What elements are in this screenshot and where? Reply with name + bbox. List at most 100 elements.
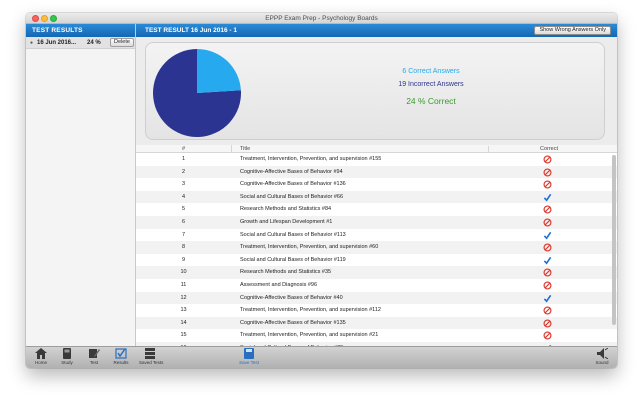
toolbar-label: Results [113, 360, 129, 365]
row-title: Cognitive-Affective Bases of Behavior #9… [240, 168, 343, 175]
incorrect-icon [543, 281, 552, 290]
row-number: 7 [181, 231, 186, 238]
row-title: Social and Cultural Bases of Behavior #1… [240, 231, 346, 238]
incorrect-icon [543, 218, 552, 227]
incorrect-icon [543, 168, 552, 177]
toolbar-label: Saved Tests [139, 360, 164, 365]
speaker-icon [597, 348, 608, 359]
home-icon [35, 348, 47, 359]
incorrect-icon [543, 306, 552, 315]
column-header-number[interactable]: # [136, 146, 231, 152]
table-scrollbar[interactable] [612, 155, 616, 325]
score-pie-chart [153, 49, 241, 137]
toolbar-saved-tests-button[interactable]: Saved Tests [139, 348, 164, 365]
toolbar-results-button[interactable]: Results [110, 348, 132, 365]
table-row[interactable]: 13 Treatment, Intervention, Prevention, a… [136, 304, 617, 317]
result-title: TEST RESULT 16 Jun 2016 - 1 [145, 27, 237, 34]
toolbar-sound-button[interactable]: Sound [591, 348, 613, 365]
table-row[interactable]: 9 Social and Cultural Bases of Behavior #… [136, 254, 617, 267]
stack-icon [145, 348, 155, 359]
save-icon [244, 348, 254, 359]
checkmark-icon [543, 256, 552, 265]
row-title: Social and Cultural Bases of Behavior #6… [240, 193, 344, 200]
bullet-icon: ● [30, 40, 34, 46]
pie-slice-correct [197, 49, 241, 93]
sidebar-header: TEST RESULTS [26, 24, 135, 37]
toolbar-save-test-button[interactable]: Save Test [238, 348, 260, 365]
table-row[interactable]: 5 Research Methods and Statistics #84 [136, 203, 617, 216]
test-result-item[interactable]: ● 16 Jun 2016... 24 % Delete [26, 37, 135, 49]
window-title: EPPP Exam Prep - Psychology Boards [265, 15, 378, 22]
table-row[interactable]: 11 Assessment and Diagnosis #96 [136, 279, 617, 292]
checkmark-icon [543, 193, 552, 202]
test-result-date: 16 Jun 2016... [37, 40, 77, 46]
results-table: # Title Correct 1 Treatment, Intervention… [136, 145, 617, 356]
row-number: 11 [180, 281, 187, 288]
row-number: 9 [181, 256, 186, 263]
incorrect-icon [543, 155, 552, 164]
row-number: 12 [180, 294, 187, 301]
row-title: Assessment and Diagnosis #96 [240, 281, 318, 288]
toolbar-study-button[interactable]: Study [56, 348, 78, 365]
incorrect-icon [543, 331, 552, 340]
incorrect-answers-count: 19 Incorrect Answers [398, 81, 464, 88]
table-row[interactable]: 8 Treatment, Intervention, Prevention, an… [136, 241, 617, 254]
checkbox-icon [115, 348, 127, 359]
delete-button[interactable]: Delete [110, 38, 134, 47]
row-number: 8 [181, 244, 186, 251]
result-header: TEST RESULT 16 Jun 2016 - 1 Show Wrong A… [136, 24, 617, 37]
row-title: Cognitive-Affective Bases of Behavior #1… [240, 319, 346, 326]
row-number: 15 [180, 332, 187, 339]
test-result-percent: 24 % [87, 40, 101, 46]
table-row[interactable]: 7 Social and Cultural Bases of Behavior #… [136, 229, 617, 242]
toolbar-label: Test [89, 360, 99, 365]
column-header-title[interactable]: Title [240, 146, 250, 152]
pencil-icon [89, 349, 100, 358]
summary-panel: 6 Correct Answers 19 Incorrect Answers 2… [145, 42, 605, 140]
table-row[interactable]: 6 Growth and Lifespan Development #1 [136, 215, 617, 229]
row-number: 1 [181, 156, 186, 162]
incorrect-icon [543, 319, 552, 328]
incorrect-icon [543, 180, 552, 189]
row-title: Treatment, Intervention, Prevention, and… [240, 307, 381, 314]
row-title: Social and Cultural Bases of Behavior #1… [240, 256, 346, 263]
table-row[interactable]: 15 Treatment, Intervention, Prevention, a… [136, 329, 617, 342]
row-title: Research Methods and Statistics #35 [240, 269, 332, 276]
table-row[interactable]: 14 Cognitive-Affective Bases of Behavior … [136, 316, 617, 330]
bottom-toolbar: Home Study Test Results Saved Tests Save… [26, 346, 617, 368]
row-number: 13 [180, 307, 187, 314]
table-row[interactable]: 1 Treatment, Intervention, Prevention, an… [136, 153, 617, 166]
checkmark-icon [543, 294, 552, 302]
incorrect-icon [543, 268, 552, 277]
correct-answers-count: 6 Correct Answers [402, 68, 460, 75]
incorrect-icon [543, 243, 552, 252]
table-row[interactable]: 3 Cognitive-Affective Bases of Behavior #… [136, 178, 617, 191]
checkmark-icon [543, 231, 552, 240]
main-panel: TEST RESULT 16 Jun 2016 - 1 Show Wrong A… [136, 24, 617, 356]
row-number: 2 [181, 168, 186, 175]
toolbar-label: Study [61, 360, 73, 365]
table-body: 1 Treatment, Intervention, Prevention, an… [136, 153, 617, 356]
show-wrong-answers-button[interactable]: Show Wrong Answers Only [534, 26, 611, 35]
row-number: 10 [180, 269, 187, 276]
row-title: Cognitive-Affective Bases of Behavior #1… [240, 181, 346, 188]
row-title: Treatment, Intervention, Prevention, and… [240, 244, 379, 251]
book-icon [63, 348, 71, 359]
toolbar-home-button[interactable]: Home [30, 348, 52, 365]
row-title: Growth and Lifespan Development #1 [240, 218, 333, 225]
toolbar-label: Home [34, 360, 47, 365]
toolbar-test-button[interactable]: Test [83, 348, 105, 365]
row-number: 14 [180, 319, 187, 326]
percent-correct: 24 % Correct [406, 96, 456, 106]
column-header-correct[interactable]: Correct [488, 146, 609, 152]
table-row[interactable]: 10 Research Methods and Statistics #35 [136, 266, 617, 279]
sidebar: TEST RESULTS ● 16 Jun 2016... 24 % Delet… [26, 24, 136, 356]
app-window: EPPP Exam Prep - Psychology Boards TEST … [26, 13, 617, 368]
toolbar-label: Sound [595, 360, 609, 365]
row-title: Treatment, Intervention, Prevention, and… [240, 332, 379, 339]
table-row[interactable]: 2 Cognitive-Affective Bases of Behavior #… [136, 165, 617, 179]
table-row[interactable]: 4 Social and Cultural Bases of Behavior #… [136, 190, 617, 204]
incorrect-icon [543, 205, 552, 214]
table-row[interactable]: 12 Cognitive-Affective Bases of Behavior … [136, 291, 617, 305]
row-number: 3 [181, 181, 186, 188]
